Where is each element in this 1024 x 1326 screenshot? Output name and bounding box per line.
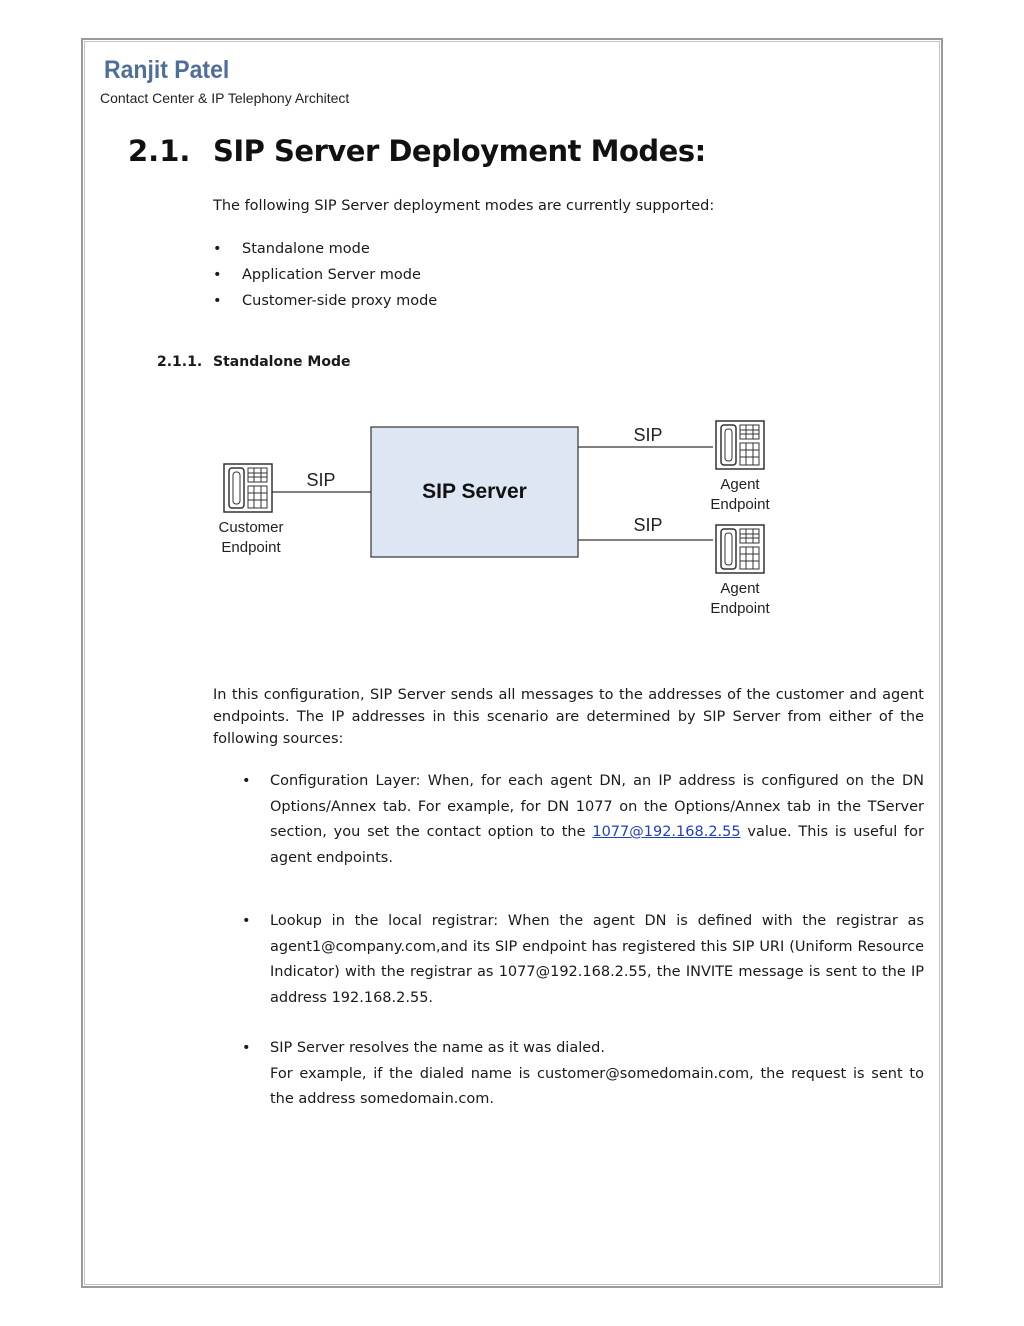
modes-list: • Standalone mode • Application Server mod… <box>213 241 437 319</box>
agent2-link-label: SIP <box>633 515 662 535</box>
sip-server-label: SIP Server <box>422 480 527 503</box>
author-name: Ranjit Patel <box>104 56 230 84</box>
bullet: • <box>242 773 251 789</box>
list-item: • Configuration Layer: When, for each ag… <box>242 769 924 871</box>
list-item: • SIP Server resolves the name as it was… <box>242 1036 924 1113</box>
sources-list: • SIP Server resolves the name as it was… <box>242 1036 924 1113</box>
agent-phone-icon <box>715 524 765 574</box>
contact-address-link[interactable]: 1077@192.168.2.55 <box>592 824 740 840</box>
subsection-title: Standalone Mode <box>213 354 351 370</box>
agent1-link-label: SIP <box>633 425 662 445</box>
list-item: • Customer-side proxy mode <box>213 293 438 309</box>
agent-endpoint-label: Endpoint <box>710 496 770 513</box>
bullet: • <box>242 913 251 929</box>
list-item: • Standalone mode <box>213 241 370 257</box>
section-number: 2.1. <box>128 134 191 168</box>
customer-link-label: SIP <box>306 470 335 490</box>
agent-endpoint-label: Agent <box>720 580 760 597</box>
list-item: • Application Server mode <box>213 267 421 283</box>
section-title: SIP Server Deployment Modes: <box>213 134 706 168</box>
bullet: • <box>213 241 222 257</box>
customer-endpoint-label: Endpoint <box>221 539 281 556</box>
sources-list: • Configuration Layer: When, for each ag… <box>242 769 924 871</box>
section-intro: The following SIP Server deployment mode… <box>213 198 715 214</box>
author-tagline: Contact Center & IP Telephony Architect <box>100 90 350 106</box>
list-item: • Lookup in the local registrar: When th… <box>242 909 924 1011</box>
sources-list: • Lookup in the local registrar: When th… <box>242 909 924 1011</box>
bullet: • <box>213 267 222 283</box>
config-paragraph: In this configuration, SIP Server sends … <box>213 687 924 747</box>
agent-endpoint-label: Endpoint <box>710 600 770 617</box>
customer-phone-icon <box>223 463 273 513</box>
bullet: • <box>213 293 222 309</box>
agent-phone-icon <box>715 420 765 470</box>
customer-endpoint-label: Customer <box>218 519 283 536</box>
agent-endpoint-label: Agent <box>720 476 760 493</box>
bullet: • <box>242 1040 251 1056</box>
subsection-number: 2.1.1. <box>157 354 203 370</box>
standalone-mode-diagram: SIP Server SIP SIP SIP Customer Endpoint… <box>218 420 770 617</box>
